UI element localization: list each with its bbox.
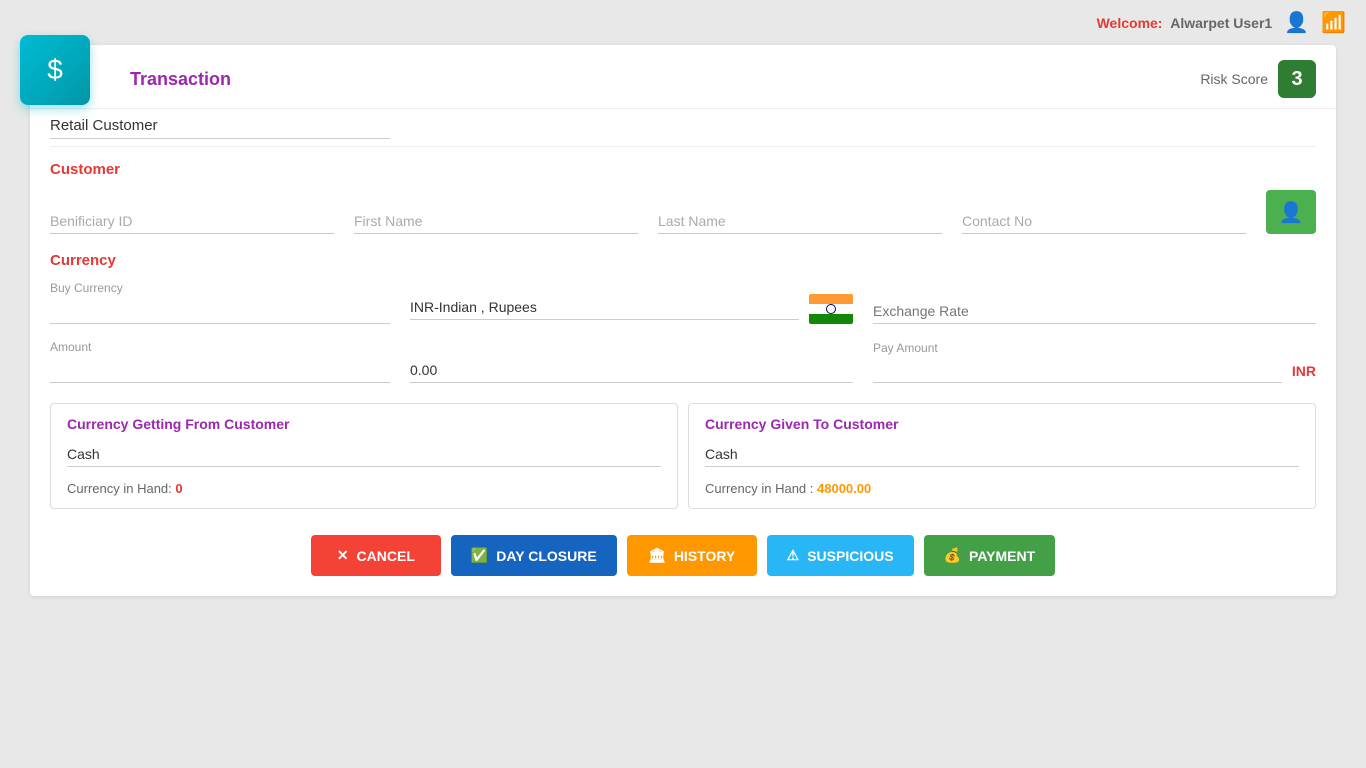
flag-white (809, 304, 853, 314)
amount-input[interactable] (50, 358, 390, 383)
risk-score-badge: 3 (1278, 60, 1316, 98)
currency-getting-in-hand-value: 0 (175, 481, 182, 496)
user-name: Alwarpet User1 (1170, 15, 1272, 31)
suspicious-label: SUSPICIOUS (807, 548, 893, 564)
currency-given-in-hand: Currency in Hand : 48000.00 (705, 481, 1299, 496)
currency-getting-cash-input[interactable] (67, 442, 661, 467)
amount-row: Amount 0.00 Pay Amount INR (30, 330, 1336, 393)
currency-getting-title: Currency Getting From Customer (67, 416, 661, 432)
currency-section-title: Currency (30, 240, 1336, 275)
currency-given-in-hand-value: 48000.00 (817, 481, 871, 496)
currency-given-box: Currency Given To Customer Currency in H… (688, 403, 1316, 509)
india-flag (809, 294, 853, 324)
exchange-rate-input[interactable] (873, 299, 1316, 324)
top-bar: Welcome: Alwarpet User1 👤 📶 (0, 0, 1366, 45)
beneficiary-id-field (50, 209, 334, 234)
history-icon: 🏛 (648, 547, 666, 564)
first-name-field (354, 209, 638, 234)
suspicious-icon: ⚠ (787, 547, 800, 564)
buy-currency-label: Buy Currency (50, 281, 390, 295)
cancel-label: CANCEL (357, 548, 415, 564)
payment-icon: 💰 (944, 547, 961, 564)
divider-1 (50, 146, 1316, 147)
history-label: HISTORY (674, 548, 735, 564)
last-name-field (658, 209, 942, 234)
pay-amount-field: Pay Amount (873, 341, 1282, 383)
payment-button[interactable]: 💰 PAYMENT (924, 535, 1056, 576)
ashoka-chakra (826, 304, 836, 314)
history-button[interactable]: 🏛 HISTORY (627, 535, 757, 576)
day-closure-label: DAY CLOSURE (496, 548, 596, 564)
user-icon[interactable]: 👤 (1284, 10, 1309, 35)
currency-getting-in-hand: Currency in Hand: 0 (67, 481, 661, 496)
amount-label: Amount (50, 340, 390, 354)
first-name-input[interactable] (354, 209, 638, 234)
main-container: $ Transaction Risk Score 3 Retail Custom… (30, 45, 1336, 596)
pay-amount-area: Pay Amount INR (873, 341, 1316, 383)
customer-form-row: 👤 (30, 184, 1336, 240)
cancel-button[interactable]: ✕ CANCEL (311, 535, 441, 576)
welcome-label: Welcome: (1097, 15, 1163, 31)
amount-value: 0.00 (410, 362, 853, 383)
day-closure-button[interactable]: ✅ DAY CLOSURE (451, 535, 617, 576)
contact-no-input[interactable] (962, 209, 1246, 234)
currency-boxes-row: Currency Getting From Customer Currency … (30, 393, 1336, 519)
buy-currency-field: Buy Currency (50, 281, 390, 324)
risk-score-label: Risk Score (1200, 71, 1268, 87)
transaction-title: Transaction (130, 69, 231, 90)
dollar-icon-box: $ (20, 35, 90, 105)
currency-in-hand-label-1: Currency in Hand: (67, 481, 172, 496)
suspicious-button[interactable]: ⚠ SUSPICIOUS (767, 535, 914, 576)
pay-amount-label: Pay Amount (873, 341, 1282, 355)
selected-currency-text: INR-Indian , Rupees (410, 299, 799, 320)
currency-given-title: Currency Given To Customer (705, 416, 1299, 432)
payment-label: PAYMENT (969, 548, 1035, 564)
inr-display: INR-Indian , Rupees (410, 294, 853, 324)
currency-in-hand-label-2: Currency in Hand : (705, 481, 813, 496)
retail-customer-text: Retail Customer (50, 117, 390, 139)
currency-row: Buy Currency INR-Indian , Rupees (30, 275, 1336, 330)
amount-field: Amount (50, 340, 390, 383)
risk-score-area: Risk Score 3 (1200, 60, 1316, 98)
exchange-rate-field (873, 299, 1316, 324)
currency-getting-box: Currency Getting From Customer Currency … (50, 403, 678, 509)
day-closure-icon: ✅ (471, 547, 488, 564)
last-name-input[interactable] (658, 209, 942, 234)
retail-customer-row: Retail Customer (30, 109, 1336, 144)
header-row: Transaction Risk Score 3 (30, 45, 1336, 109)
flag-green (809, 314, 853, 324)
buy-currency-input[interactable] (50, 299, 390, 324)
add-customer-button[interactable]: 👤 (1266, 190, 1316, 234)
wifi-icon: 📶 (1321, 10, 1346, 35)
dollar-icon: $ (47, 54, 63, 86)
customer-section-title: Customer (30, 149, 1336, 184)
footer-buttons: ✕ CANCEL ✅ DAY CLOSURE 🏛 HISTORY ⚠ SUSPI… (30, 519, 1336, 596)
pay-amount-input[interactable] (873, 359, 1282, 383)
cancel-icon: ✕ (337, 547, 349, 564)
currency-given-cash-input[interactable] (705, 442, 1299, 467)
beneficiary-id-input[interactable] (50, 209, 334, 234)
contact-no-field (962, 209, 1246, 234)
pay-amount-currency: INR (1292, 363, 1316, 383)
welcome-text: Welcome: Alwarpet User1 (1097, 15, 1273, 31)
flag-orange (809, 294, 853, 304)
